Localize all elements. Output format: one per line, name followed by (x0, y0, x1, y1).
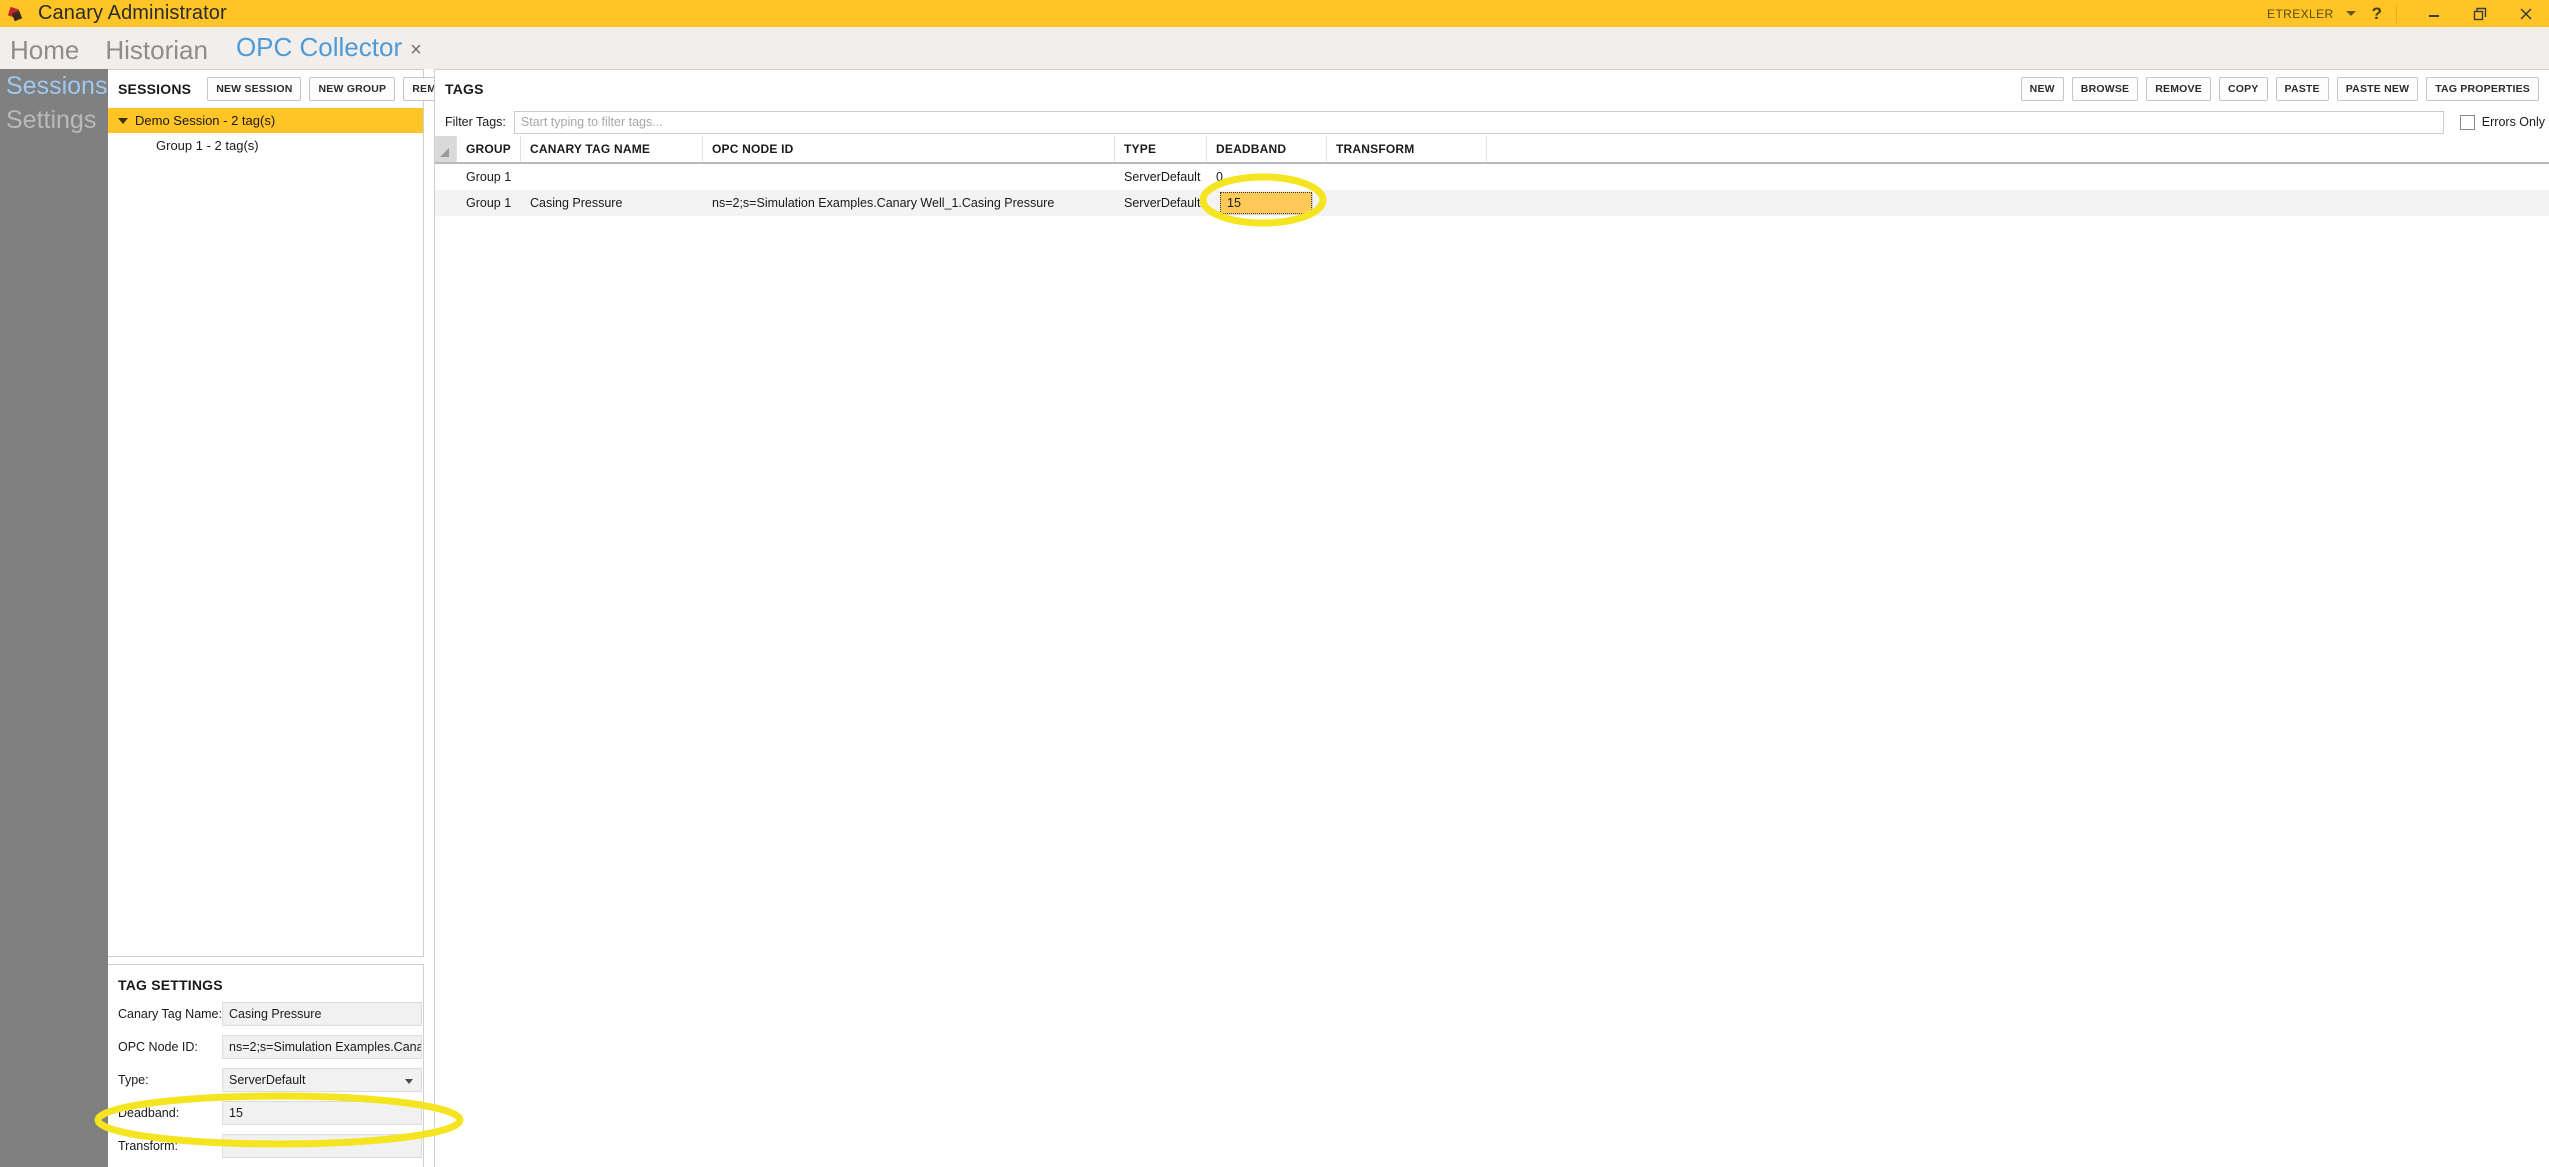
deadband-field[interactable]: 15 (222, 1101, 422, 1125)
remove-tag-button[interactable]: REMOVE (2146, 77, 2211, 101)
tree-item-session[interactable]: Demo Session - 2 tag(s) (108, 108, 423, 133)
tags-header: TAGS NEW BROWSE REMOVE COPY PASTE PASTE … (435, 70, 2549, 108)
tab-home[interactable]: Home (10, 35, 79, 69)
tag-settings-row-deadband: Deadband: 15 (108, 1101, 423, 1125)
browse-button[interactable]: BROWSE (2071, 77, 2139, 101)
main-tabstrip: Home Historian OPC Collector × (0, 27, 2549, 69)
deadband-edit-input[interactable]: 15 (1220, 192, 1312, 214)
left-nav-rail: Sessions Settings (0, 69, 108, 1167)
cell-deadband-editing[interactable]: 15 (1207, 190, 1327, 216)
table-header-row: GROUP CANARY TAG NAME OPC NODE ID TYPE D… (435, 136, 2549, 164)
cell-deadband[interactable]: 0 (1207, 164, 1327, 190)
tag-settings-row-opc-node-id: OPC Node ID: ns=2;s=Simulation Examples.… (108, 1035, 423, 1059)
tags-toolbar: NEW BROWSE REMOVE COPY PASTE PASTE NEW T… (2013, 77, 2539, 101)
cell-transform (1327, 190, 1487, 216)
cell-opc-node-id (703, 164, 1115, 190)
corner-triangle-icon (440, 148, 449, 157)
cell-canary-tag-name: Casing Pressure (530, 196, 623, 210)
type-label: Type: (118, 1073, 149, 1087)
new-session-button[interactable]: NEW SESSION (207, 77, 302, 101)
tag-settings-panel: TAG SETTINGS Canary Tag Name: Casing Pre… (108, 964, 424, 1167)
cell-group: Group 1 (466, 170, 512, 184)
current-user-label[interactable]: ETREXLER (2267, 7, 2334, 21)
titlebar-divider (2396, 4, 2397, 23)
cell-type: ServerDefault (1124, 170, 1201, 184)
opc-node-id-label: OPC Node ID: (118, 1040, 198, 1054)
paste-new-button[interactable]: PASTE NEW (2336, 77, 2419, 101)
tree-item-session-label: Demo Session - 2 tag(s) (135, 113, 276, 128)
column-header-transform[interactable]: TRANSFORM (1327, 136, 1487, 162)
paste-button[interactable]: PASTE (2275, 77, 2329, 101)
select-all-corner[interactable] (435, 136, 457, 162)
help-icon[interactable]: ? (2372, 4, 2382, 24)
tag-properties-button[interactable]: TAG PROPERTIES (2426, 77, 2539, 101)
tab-opc-collector-label: OPC Collector (235, 32, 403, 62)
canary-app-icon (7, 5, 24, 22)
chevron-down-icon[interactable] (405, 1079, 413, 1084)
row-selector[interactable] (435, 190, 457, 216)
tags-table: GROUP CANARY TAG NAME OPC NODE ID TYPE D… (435, 136, 2549, 216)
titlebar-controls: ETREXLER ? (2267, 0, 2549, 27)
cell-opc-node-id: ns=2;s=Simulation Examples.Canary Well_1… (712, 196, 1055, 210)
new-group-button[interactable]: NEW GROUP (309, 77, 396, 101)
cell-transform (1327, 164, 1487, 190)
cell-canary-tag-name (521, 164, 703, 190)
row-selector[interactable] (435, 164, 457, 190)
tab-historian[interactable]: Historian (105, 35, 208, 69)
column-header-deadband[interactable]: DEADBAND (1207, 136, 1327, 162)
copy-button[interactable]: COPY (2218, 77, 2268, 101)
tab-close-icon[interactable]: × (410, 35, 422, 65)
errors-only-label: Errors Only (2481, 115, 2545, 129)
window-title: Canary Administrator (38, 2, 227, 24)
column-header-type[interactable]: TYPE (1115, 136, 1207, 162)
canary-tag-name-label: Canary Tag Name: (118, 1007, 222, 1021)
errors-only-checkbox-wrap[interactable]: Errors Only (2459, 114, 2545, 130)
table-row[interactable]: Group 1 ServerDefault 0 (435, 164, 2549, 190)
type-dropdown[interactable]: ServerDefault (222, 1068, 422, 1092)
tags-title: TAGS (445, 81, 484, 97)
deadband-label: Deadband: (118, 1106, 180, 1120)
sessions-header: SESSIONS NEW SESSION NEW GROUP REMOVE (108, 70, 468, 108)
tree-item-group[interactable]: Group 1 - 2 tag(s) (108, 133, 423, 158)
chevron-down-icon[interactable] (2345, 11, 2356, 16)
errors-only-checkbox[interactable] (2459, 114, 2475, 130)
filter-row: Filter Tags: Errors Only (435, 108, 2549, 136)
column-header-canary-tag-name[interactable]: CANARY TAG NAME (521, 136, 703, 162)
table-row[interactable]: Group 1 Casing Pressure ns=2;s=Simulatio… (435, 190, 2549, 216)
tag-settings-title: TAG SETTINGS (118, 977, 223, 993)
cell-type: ServerDefault (1124, 196, 1201, 210)
rail-item-settings[interactable]: Settings (0, 105, 108, 135)
column-header-group[interactable]: GROUP (457, 136, 521, 162)
tag-settings-row-canary-tag-name: Canary Tag Name: Casing Pressure (108, 1002, 423, 1026)
restore-icon[interactable] (2457, 0, 2503, 27)
type-dropdown-value: ServerDefault (229, 1073, 306, 1087)
window-titlebar: Canary Administrator ETREXLER ? (0, 0, 2549, 27)
tag-settings-row-transform: Transform: (108, 1134, 423, 1158)
tree-item-group-label: Group 1 - 2 tag(s) (156, 138, 259, 153)
canary-tag-name-field[interactable]: Casing Pressure (222, 1002, 422, 1026)
sessions-title: SESSIONS (118, 81, 192, 97)
close-icon[interactable] (2503, 0, 2549, 27)
new-tag-button[interactable]: NEW (2020, 77, 2064, 101)
transform-field[interactable] (222, 1134, 422, 1158)
filter-tags-input[interactable] (513, 110, 2444, 134)
tags-panel: TAGS NEW BROWSE REMOVE COPY PASTE PASTE … (434, 69, 2549, 1167)
sessions-panel: SESSIONS NEW SESSION NEW GROUP REMOVE De… (108, 69, 468, 957)
rail-item-sessions[interactable]: Sessions (0, 71, 108, 101)
opc-node-id-field[interactable]: ns=2;s=Simulation Examples.Canary \ (222, 1035, 422, 1059)
cell-group: Group 1 (466, 196, 512, 210)
expander-collapse-icon[interactable] (118, 117, 128, 124)
filter-tags-label: Filter Tags: (445, 115, 506, 129)
tag-settings-row-type: Type: ServerDefault (108, 1068, 423, 1092)
tab-opc-collector[interactable]: OPC Collector × (236, 32, 422, 69)
transform-label: Transform: (118, 1139, 178, 1153)
column-header-opc-node-id[interactable]: OPC NODE ID (703, 136, 1115, 162)
minimize-icon[interactable] (2411, 0, 2457, 27)
